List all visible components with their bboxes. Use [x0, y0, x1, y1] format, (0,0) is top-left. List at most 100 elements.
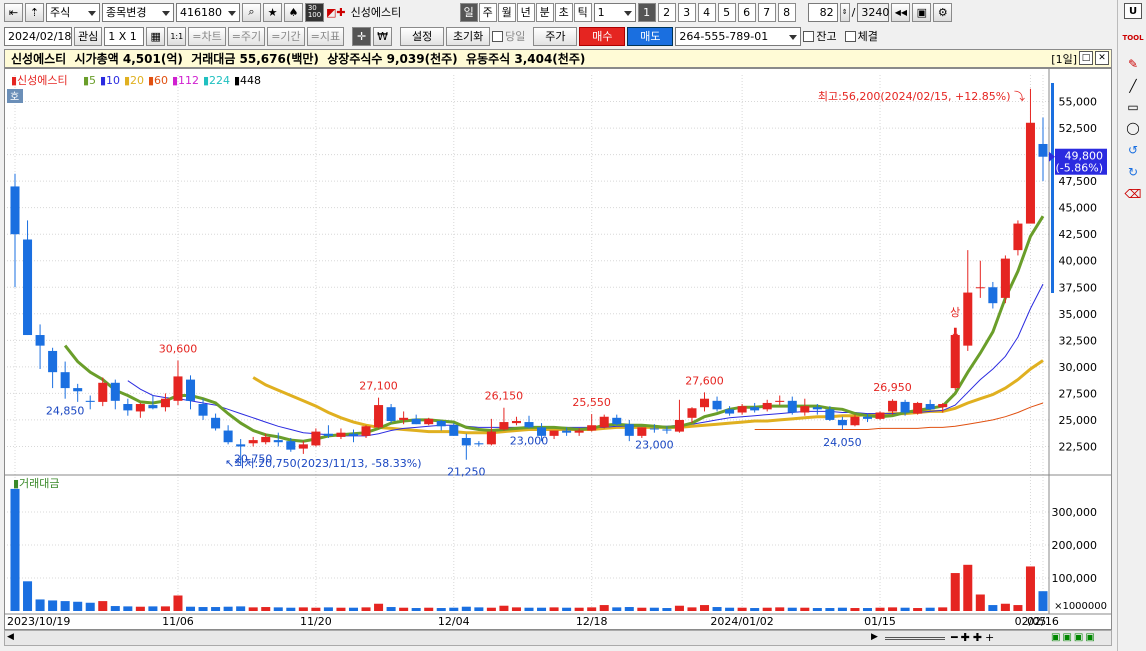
- prev-icon[interactable]: ◀◀: [891, 2, 911, 22]
- u-button[interactable]: U: [1124, 3, 1142, 19]
- price-tick-label: 55,000: [1059, 96, 1098, 109]
- crosshair-icon[interactable]: ✛: [352, 26, 372, 46]
- spin-icon[interactable]: ⇕: [839, 2, 850, 22]
- upload-icon[interactable]: ⇡: [25, 2, 44, 22]
- period-tab[interactable]: 월: [497, 2, 516, 22]
- star-icon[interactable]: ★: [263, 2, 282, 22]
- volume-bar: [762, 607, 772, 611]
- period-tab[interactable]: 틱: [573, 2, 592, 22]
- settings-button[interactable]: 설정: [400, 26, 445, 46]
- price-button[interactable]: 주가: [533, 26, 578, 46]
- redo-icon[interactable]: ↻: [1124, 164, 1142, 180]
- balance-checkbox[interactable]: 잔고: [803, 28, 837, 44]
- search-icon[interactable]: ⌕: [242, 2, 261, 22]
- circle-icon[interactable]: ◯: [1124, 120, 1142, 136]
- volume-bar: [963, 564, 973, 611]
- period-tab[interactable]: 일: [459, 2, 478, 22]
- period-tab[interactable]: 분: [535, 2, 554, 22]
- volume-bar: [1013, 605, 1023, 611]
- candle-body: [950, 335, 960, 389]
- page-button[interactable]: 3: [677, 2, 696, 22]
- rectangle-icon[interactable]: ▭: [1124, 99, 1142, 115]
- volume-bar: [750, 608, 760, 611]
- count-input[interactable]: 82: [807, 2, 838, 22]
- candle-body: [223, 430, 233, 443]
- page-button[interactable]: 1: [637, 2, 656, 22]
- ticker-icon[interactable]: 30 100: [305, 2, 324, 22]
- period-tag: [1일]: [1051, 53, 1077, 66]
- scroll-right-icon[interactable]: ▶: [871, 632, 878, 642]
- volume-bar: [323, 607, 333, 611]
- volume-bar: [587, 607, 597, 611]
- reset-button[interactable]: 초기화: [446, 26, 491, 46]
- candle-body: [837, 419, 847, 426]
- today-checkbox[interactable]: 당일: [492, 28, 525, 44]
- sell-button[interactable]: 매도: [627, 26, 674, 46]
- period-tab[interactable]: 주: [478, 2, 497, 22]
- page-button[interactable]: 7: [757, 2, 776, 22]
- candle-body: [399, 417, 409, 420]
- volume-bar: [637, 607, 647, 611]
- volume-bar: [1000, 603, 1010, 611]
- indicator-button[interactable]: =지표: [306, 26, 345, 46]
- period-button[interactable]: =기간: [267, 26, 305, 46]
- chart-button[interactable]: =차트: [188, 26, 226, 46]
- eraser-icon[interactable]: ⌫: [1124, 186, 1142, 202]
- won-button[interactable]: ₩: [373, 26, 393, 46]
- one-one-button[interactable]: 1:1: [167, 26, 187, 46]
- period-tab[interactable]: 년: [516, 2, 535, 22]
- stock-code-input[interactable]: 416180: [176, 2, 240, 22]
- upper-limit-arrow: ⬇: [950, 326, 960, 340]
- candle-body: [599, 416, 609, 428]
- pen-icon[interactable]: ✎: [1124, 56, 1142, 72]
- executed-checkbox[interactable]: 체결: [844, 28, 878, 44]
- page-button[interactable]: 6: [737, 2, 756, 22]
- candlestick-chart[interactable]: 55,00052,50050,00047,50045,00042,50040,0…: [5, 69, 1111, 629]
- candle-body: [123, 404, 133, 411]
- interval-select[interactable]: 1: [593, 2, 636, 22]
- spade-icon[interactable]: ♠: [284, 2, 303, 22]
- gear-icon[interactable]: ⚙: [933, 2, 953, 22]
- account-select[interactable]: 264-555-789-01: [675, 26, 802, 46]
- interest-button[interactable]: 관심: [74, 26, 103, 46]
- period-tab[interactable]: 초: [554, 2, 573, 22]
- tool-icon[interactable]: TOOL: [1122, 30, 1143, 46]
- volume-bar: [712, 607, 722, 611]
- chart-area[interactable]: 55,00052,50050,00047,50045,00042,50040,0…: [4, 68, 1112, 630]
- volume-bar: [10, 488, 20, 611]
- stock-info-bar: 신성에스티 시가총액 4,501(억) 거래대금 55,676(백만) 상장주식…: [4, 49, 1112, 68]
- close-icon[interactable]: ✕: [1095, 51, 1109, 65]
- date-input[interactable]: 2024/02/18: [4, 26, 72, 46]
- volume-bar: [98, 601, 108, 611]
- save-icon[interactable]: ▣: [912, 2, 932, 22]
- volume-bar: [374, 603, 384, 611]
- restore-icon[interactable]: □: [1079, 51, 1093, 65]
- line-icon[interactable]: ╱: [1124, 78, 1142, 94]
- layout-input[interactable]: 1 X 1: [104, 26, 145, 46]
- page-button[interactable]: 2: [657, 2, 676, 22]
- calendar-icon[interactable]: ▦: [146, 26, 166, 46]
- market-select[interactable]: 주식: [46, 2, 100, 22]
- page-button[interactable]: 8: [777, 2, 796, 22]
- pin-icon[interactable]: ⇤: [4, 2, 23, 22]
- candle-body: [173, 376, 183, 401]
- zoom-icons[interactable]: ━✚✚+: [951, 631, 997, 644]
- stock-change-select[interactable]: 종목변경: [102, 2, 174, 22]
- undo-icon[interactable]: ↺: [1124, 142, 1142, 158]
- volume-bar: [85, 602, 95, 611]
- scroll-left-icon[interactable]: ◀: [7, 632, 14, 642]
- page-button[interactable]: 5: [717, 2, 736, 22]
- legend-item: ▮신성에스티: [11, 74, 68, 87]
- page-button[interactable]: 4: [697, 2, 716, 22]
- volume-bar: [1038, 591, 1048, 611]
- buy-button[interactable]: 매수: [579, 26, 626, 46]
- cycle-button[interactable]: =주기: [227, 26, 266, 46]
- candle-body: [800, 406, 810, 413]
- candle-body: [913, 402, 923, 414]
- chart-scrollbar[interactable]: ◀ ▶ ━✚✚+ ▣▣▣▣: [4, 630, 1112, 646]
- volume-bar: [361, 607, 371, 611]
- drawing-toolbar: U TOOL ✎ ╱ ▭ ◯ ↺ ↻ ⌫: [1117, 0, 1146, 651]
- zoom-slider[interactable]: [885, 637, 945, 640]
- volume-bar: [461, 606, 471, 611]
- export-icons[interactable]: ▣▣▣▣: [1051, 632, 1097, 643]
